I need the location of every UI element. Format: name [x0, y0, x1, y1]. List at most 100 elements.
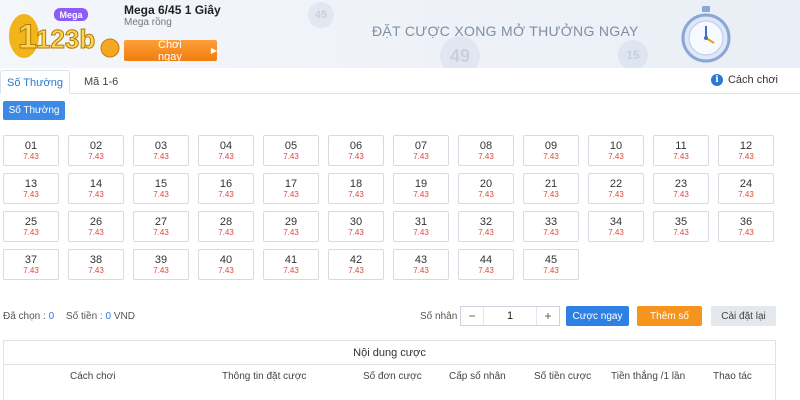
bet-content-table: Nội dung cược Cách chơi Thông tin đặt cư… — [3, 340, 776, 400]
play-now-button[interactable]: Chơi ngay ▶ — [124, 39, 217, 63]
number-label: 12 — [739, 140, 753, 152]
number-cell[interactable]: 37 7.43 — [3, 249, 59, 280]
number-cell[interactable]: 40 7.43 — [198, 249, 254, 280]
number-cell[interactable]: 07 7.43 — [393, 135, 449, 166]
odds-label: 7.43 — [23, 190, 39, 199]
number-cell[interactable]: 05 7.43 — [263, 135, 319, 166]
number-label: 02 — [89, 140, 103, 152]
reset-button[interactable]: Cài đặt lại — [711, 306, 776, 326]
odds-label: 7.43 — [478, 190, 494, 199]
number-cell[interactable]: 11 7.43 — [653, 135, 709, 166]
column-header: Số tiền cược — [534, 371, 592, 382]
number-label: 06 — [349, 140, 363, 152]
number-label: 18 — [349, 178, 363, 190]
odds-label: 7.43 — [218, 266, 234, 275]
number-cell[interactable]: 18 7.43 — [328, 173, 384, 204]
multiplier-stepper: − 1 + — [460, 306, 560, 326]
subtab-regular-number[interactable]: Số Thường — [3, 101, 65, 120]
odds-label: 7.43 — [218, 152, 234, 161]
number-cell[interactable]: 28 7.43 — [198, 211, 254, 242]
svg-text:123b: 123b — [36, 24, 95, 54]
how-to-play-link[interactable]: i Cách chơi — [710, 74, 778, 86]
decorative-ball: 15 — [618, 40, 648, 68]
number-cell[interactable]: 16 7.43 — [198, 173, 254, 204]
number-cell[interactable]: 02 7.43 — [68, 135, 124, 166]
tab-code-1-6[interactable]: Mã 1-6 — [78, 70, 124, 94]
column-header: Thao tác — [713, 371, 752, 382]
odds-label: 7.43 — [673, 152, 689, 161]
odds-label: 7.43 — [283, 228, 299, 237]
header-slogan: ĐẶT CƯỢC XONG MỞ THƯỞNG NGAY — [372, 23, 639, 39]
number-cell[interactable]: 38 7.43 — [68, 249, 124, 280]
number-cell[interactable]: 03 7.43 — [133, 135, 189, 166]
number-cell[interactable]: 10 7.43 — [588, 135, 644, 166]
number-cell[interactable]: 04 7.43 — [198, 135, 254, 166]
number-cell[interactable]: 27 7.43 — [133, 211, 189, 242]
odds-label: 7.43 — [348, 228, 364, 237]
number-label: 32 — [479, 216, 493, 228]
number-label: 13 — [24, 178, 38, 190]
add-number-button[interactable]: Thêm số — [637, 306, 702, 326]
number-label: 03 — [154, 140, 168, 152]
number-cell[interactable]: 15 7.43 — [133, 173, 189, 204]
info-icon: i — [710, 74, 723, 86]
number-cell[interactable]: 36 7.43 — [718, 211, 774, 242]
number-cell[interactable]: 42 7.43 — [328, 249, 384, 280]
number-label: 44 — [479, 254, 493, 266]
number-label: 26 — [89, 216, 103, 228]
number-cell[interactable]: 06 7.43 — [328, 135, 384, 166]
number-cell[interactable]: 12 7.43 — [718, 135, 774, 166]
number-cell[interactable]: 35 7.43 — [653, 211, 709, 242]
multiplier-input[interactable]: 1 — [483, 307, 537, 325]
number-cell[interactable]: 23 7.43 — [653, 173, 709, 204]
game-subtitle: Mega rồng — [124, 17, 172, 28]
odds-label: 7.43 — [478, 228, 494, 237]
number-cell[interactable]: 25 7.43 — [3, 211, 59, 242]
number-cell[interactable]: 13 7.43 — [3, 173, 59, 204]
number-cell[interactable]: 39 7.43 — [133, 249, 189, 280]
bet-amount: Số tiền : 0 VND — [66, 311, 135, 322]
game-header: 49 45 15 1 Mega 123b Mega 6/45 1 Giây Me… — [0, 0, 800, 68]
number-cell[interactable]: 14 7.43 — [68, 173, 124, 204]
number-cell[interactable]: 01 7.43 — [3, 135, 59, 166]
number-label: 24 — [739, 178, 753, 190]
number-cell[interactable]: 21 7.43 — [523, 173, 579, 204]
odds-label: 7.43 — [23, 152, 39, 161]
number-cell[interactable]: 31 7.43 — [393, 211, 449, 242]
play-arrow-icon: ▶ — [210, 46, 217, 55]
number-label: 34 — [609, 216, 623, 228]
odds-label: 7.43 — [478, 152, 494, 161]
odds-label: 7.43 — [543, 190, 559, 199]
odds-label: 7.43 — [283, 190, 299, 199]
number-cell[interactable]: 43 7.43 — [393, 249, 449, 280]
number-cell[interactable]: 41 7.43 — [263, 249, 319, 280]
odds-label: 7.43 — [153, 152, 169, 161]
decrease-button[interactable]: − — [461, 309, 483, 323]
svg-text:Mega: Mega — [59, 10, 83, 20]
number-cell[interactable]: 45 7.43 — [523, 249, 579, 280]
number-cell[interactable]: 33 7.43 — [523, 211, 579, 242]
number-cell[interactable]: 09 7.43 — [523, 135, 579, 166]
number-cell[interactable]: 34 7.43 — [588, 211, 644, 242]
number-cell[interactable]: 26 7.43 — [68, 211, 124, 242]
selected-count: Đã chọn : 0 — [3, 311, 54, 322]
number-cell[interactable]: 32 7.43 — [458, 211, 514, 242]
number-cell[interactable]: 24 7.43 — [718, 173, 774, 204]
number-cell[interactable]: 29 7.43 — [263, 211, 319, 242]
number-cell[interactable]: 17 7.43 — [263, 173, 319, 204]
number-cell[interactable]: 08 7.43 — [458, 135, 514, 166]
number-label: 40 — [219, 254, 233, 266]
number-label: 16 — [219, 178, 233, 190]
number-cell[interactable]: 30 7.43 — [328, 211, 384, 242]
number-cell[interactable]: 44 7.43 — [458, 249, 514, 280]
number-cell[interactable]: 22 7.43 — [588, 173, 644, 204]
column-header: Tiền thắng /1 lần — [611, 371, 686, 382]
increase-button[interactable]: + — [537, 309, 559, 323]
bet-now-button[interactable]: Cược ngay — [566, 306, 629, 326]
odds-label: 7.43 — [88, 190, 104, 199]
number-cell[interactable]: 20 7.43 — [458, 173, 514, 204]
tab-regular-number[interactable]: Số Thường — [0, 70, 70, 94]
number-cell[interactable]: 19 7.43 — [393, 173, 449, 204]
odds-label: 7.43 — [153, 266, 169, 275]
odds-label: 7.43 — [413, 190, 429, 199]
